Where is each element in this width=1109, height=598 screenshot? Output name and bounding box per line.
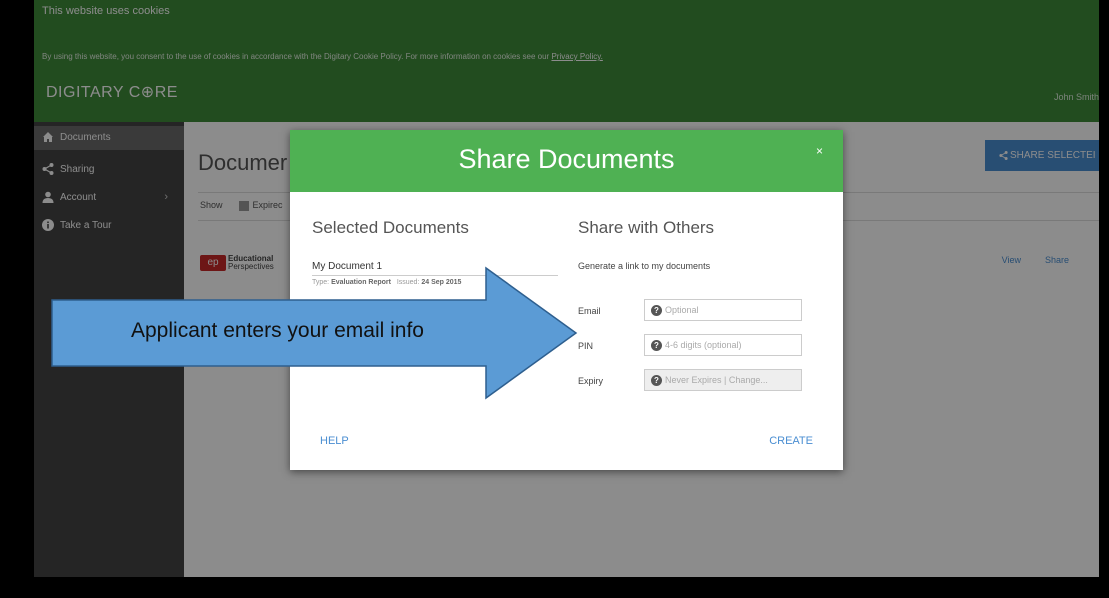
annotation-text: Applicant enters your email info [131,319,424,342]
email-label: Email [578,306,601,316]
help-icon[interactable]: ? [651,305,662,317]
expiry-field[interactable]: ? Never Expires | Change... [644,369,802,391]
browser-screen: This website uses cookies By using this … [34,0,1099,577]
help-button[interactable]: HELP [320,435,349,447]
help-icon[interactable]: ? [651,340,662,352]
pin-placeholder: 4-6 digits (optional) [665,340,742,350]
create-button[interactable]: CREATE [769,435,813,447]
generate-link-text: Generate a link to my documents [578,261,711,271]
email-placeholder: Optional [665,305,699,315]
pin-field[interactable]: ? 4-6 digits (optional) [644,334,802,356]
expiry-value: Never Expires | Change... [665,375,768,385]
modal-header: Share Documents × [290,130,843,192]
selected-documents-heading: Selected Documents [312,218,469,237]
pin-label: PIN [578,341,594,351]
close-icon[interactable]: × [816,144,823,158]
email-field[interactable]: ? Optional [644,299,802,321]
expiry-label: Expiry [578,376,604,386]
help-icon[interactable]: ? [651,375,662,387]
share-with-others-heading: Share with Others [578,218,715,237]
modal-title: Share Documents [458,144,675,174]
